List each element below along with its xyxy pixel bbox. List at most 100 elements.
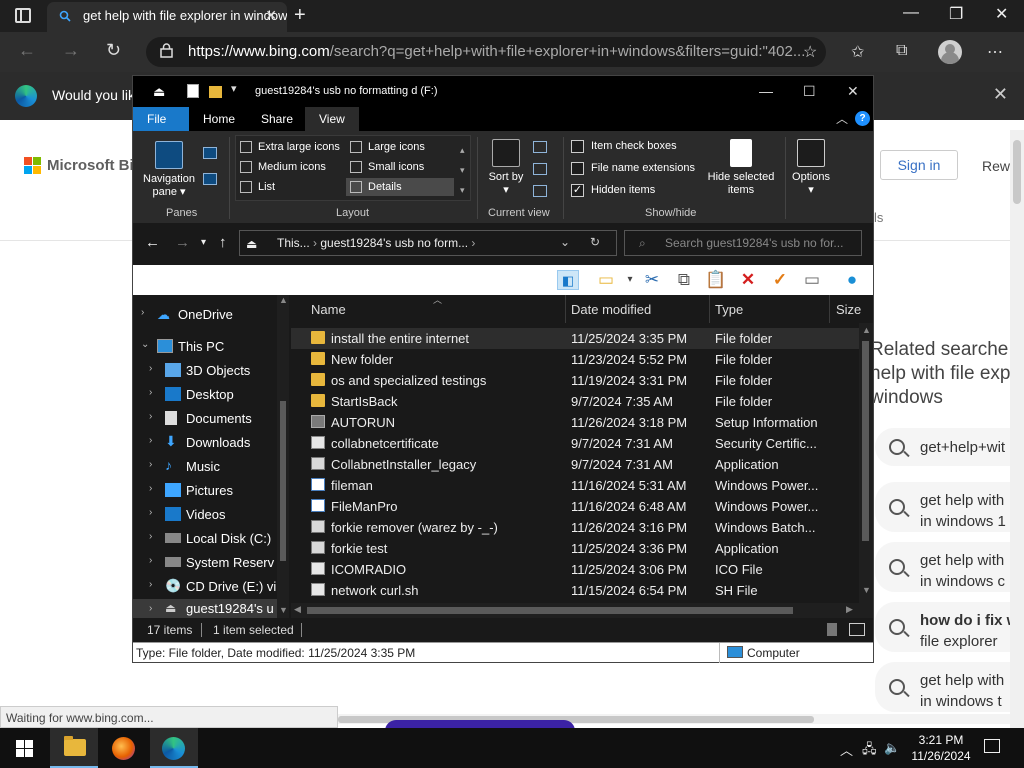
sign-in-button[interactable]: Sign in [880, 150, 958, 180]
column-type[interactable]: Type [715, 302, 743, 317]
related-search-item[interactable]: how do i fix w file explorer [875, 602, 1015, 652]
rewards-link[interactable]: Rew [982, 158, 1010, 174]
related-search-item[interactable]: get help with in windows 1 [875, 482, 1015, 532]
column-size[interactable]: Size [836, 302, 861, 317]
nav-item-pictures[interactable]: › Pictures [133, 479, 277, 503]
group-by-icon[interactable] [533, 141, 547, 153]
hide-selected-items-button[interactable]: Hide selected items [703, 139, 779, 197]
file-list-vertical-scrollbar[interactable]: ▲ ▼ [859, 323, 873, 618]
hidden-items-checkbox[interactable]: ✓ Hidden items [571, 184, 655, 197]
up-folder-icon[interactable]: ↑ [219, 234, 227, 251]
close-window-icon[interactable]: ✕ [995, 4, 1008, 24]
file-row[interactable]: fileman 11/16/2024 5:31 AM Windows Power..… [291, 475, 859, 496]
help-icon[interactable]: ? [855, 111, 870, 126]
file-row[interactable]: ICOMRADIO 11/25/2024 3:06 PM ICO File [291, 559, 859, 580]
tab-view[interactable]: View [305, 107, 359, 131]
layout-extra-large-icons[interactable]: Extra large icons [236, 138, 340, 156]
forward-icon[interactable]: → [62, 40, 80, 61]
nav-item-onedrive[interactable]: › ☁ OneDrive [133, 303, 277, 327]
close-info-bar-icon[interactable]: ✕ [993, 84, 1008, 105]
layout-medium-icons[interactable]: Medium icons [236, 158, 326, 176]
layout-details[interactable]: Details [346, 178, 454, 196]
file-row[interactable]: forkie test 11/25/2024 3:36 PM Application [291, 538, 859, 559]
explorer-minimize-icon[interactable]: — [759, 83, 773, 99]
file-row[interactable]: forkie remover (warez by -_-) 11/26/2024 … [291, 517, 859, 538]
add-favorite-icon[interactable]: ☆ [803, 42, 817, 62]
refresh-icon[interactable]: ↻ [106, 40, 121, 61]
new-tab-button[interactable]: + [294, 4, 306, 27]
minimize-icon[interactable]: — [903, 4, 919, 22]
item-check-boxes-checkbox[interactable]: Item check boxes [571, 140, 677, 153]
notification-center-icon[interactable] [984, 739, 1000, 753]
file-row[interactable]: collabnetcertificate 9/7/2024 7:31 AM Secu… [291, 433, 859, 454]
network-icon[interactable]: 🖧 [862, 740, 877, 762]
layout-toggle-icon[interactable]: ◧ [557, 270, 579, 290]
file-row[interactable]: os and specialized testings 11/19/2024 3:… [291, 370, 859, 391]
file-row[interactable]: New folder 11/23/2024 5:52 PM File folder [291, 349, 859, 370]
taskbar-edge[interactable] [150, 728, 198, 768]
volume-muted-icon[interactable]: 🔈 [884, 740, 900, 756]
column-date-modified[interactable]: Date modified [571, 302, 651, 317]
file-name-extensions-checkbox[interactable]: File name extensions [571, 162, 695, 175]
nav-item-3d-objects[interactable]: › 3D Objects [133, 359, 277, 383]
layout-scroll-arrows[interactable]: ▴ ▾ ▾ [460, 140, 465, 200]
nav-pane-scrollbar[interactable]: ▲ ▼ [277, 295, 289, 618]
file-list-horizontal-scrollbar[interactable]: ◀ ▶ [291, 603, 859, 618]
tab-home[interactable]: Home [189, 107, 249, 131]
delete-icon[interactable]: ✕ [737, 270, 759, 290]
explorer-maximize-icon[interactable]: ☐ [803, 83, 816, 100]
nav-item-videos[interactable]: › Videos [133, 503, 277, 527]
nav-item-documents[interactable]: › Documents [133, 407, 277, 431]
tab-actions-icon[interactable] [15, 8, 31, 23]
rename-icon[interactable]: ▭ [801, 270, 823, 290]
details-pane-icon[interactable] [203, 173, 217, 185]
file-row[interactable]: install the entire internet 11/25/2024 3:… [291, 328, 859, 349]
explorer-close-icon[interactable]: ✕ [847, 83, 859, 100]
system-clock[interactable]: 3:21 PM 11/26/2024 [906, 732, 976, 764]
tab-file[interactable]: File [133, 107, 189, 131]
new-folder-icon[interactable] [209, 86, 222, 98]
explorer-back-icon[interactable]: ← [145, 234, 160, 251]
favorites-icon[interactable]: ✩ [851, 42, 864, 62]
back-icon[interactable]: ← [18, 40, 36, 61]
file-row[interactable]: CollabnetInstaller_legacy 9/7/2024 7:31 A… [291, 454, 859, 475]
globe-icon[interactable]: ● [841, 270, 863, 290]
collapse-ribbon-icon[interactable]: ︿ [836, 110, 848, 127]
navigation-pane-button[interactable]: Navigation pane ▾ [139, 141, 199, 199]
file-row[interactable]: StartIsBack 9/7/2024 7:35 AM File folder [291, 391, 859, 412]
restore-icon[interactable]: ❐ [949, 4, 963, 24]
preview-pane-icon[interactable] [203, 147, 217, 159]
folder-options-icon[interactable]: ▭ [595, 270, 617, 290]
tools-link[interactable]: ls [874, 210, 883, 225]
profile-avatar[interactable] [938, 40, 962, 64]
nav-item-cd-drive[interactable]: › 💿 CD Drive (E:) vi [133, 575, 277, 599]
layout-small-icons[interactable]: Small icons [346, 158, 424, 176]
taskbar-firefox[interactable] [100, 728, 148, 768]
toolbar-dropdown-icon[interactable]: ▾ [619, 270, 641, 290]
properties-icon[interactable] [187, 84, 199, 98]
collections-icon[interactable]: ⧉ [896, 42, 907, 60]
nav-item-downloads[interactable]: › ⬇ Downloads [133, 431, 277, 455]
add-columns-icon[interactable] [533, 163, 547, 175]
nav-item-system-reserved[interactable]: › System Reserv [133, 551, 277, 575]
nav-item-usb-drive[interactable]: › ⏏ guest19284's u [133, 599, 277, 618]
layout-large-icons[interactable]: Large icons [346, 138, 425, 156]
size-columns-icon[interactable] [533, 185, 547, 197]
show-hidden-icons-icon[interactable]: ︿ [840, 740, 853, 759]
file-row[interactable]: FileManPro 11/16/2024 6:48 AM Windows Powe… [291, 496, 859, 517]
nav-item-local-disk[interactable]: › Local Disk (C:) [133, 527, 277, 551]
file-row[interactable]: network curl.sh 11/15/2024 6:54 PM SH File [291, 580, 859, 601]
explorer-forward-icon[interactable]: → [175, 234, 190, 251]
browser-tab[interactable]: get help with file explorer in windows ✕ [47, 2, 287, 32]
large-icons-view-icon[interactable] [849, 623, 865, 636]
close-tab-icon[interactable]: ✕ [265, 7, 277, 24]
address-dropdown-icon[interactable]: ⌄ [560, 235, 570, 249]
explorer-title-bar[interactable]: ⏏ ▾ guest19284's usb no formatting d (F:… [133, 76, 873, 107]
taskbar-file-explorer[interactable] [50, 728, 98, 768]
column-name[interactable]: Name [311, 302, 346, 317]
related-search-item[interactable]: get help with in windows c [875, 542, 1015, 592]
options-button[interactable]: Options ▾ [789, 139, 833, 197]
url-input[interactable]: https://www.bing.com/search?q=get+help+w… [146, 37, 826, 67]
nav-item-music[interactable]: › ♪ Music [133, 455, 277, 479]
breadcrumb[interactable]: ⏏ This... › guest19284's usb no form... … [239, 230, 617, 256]
